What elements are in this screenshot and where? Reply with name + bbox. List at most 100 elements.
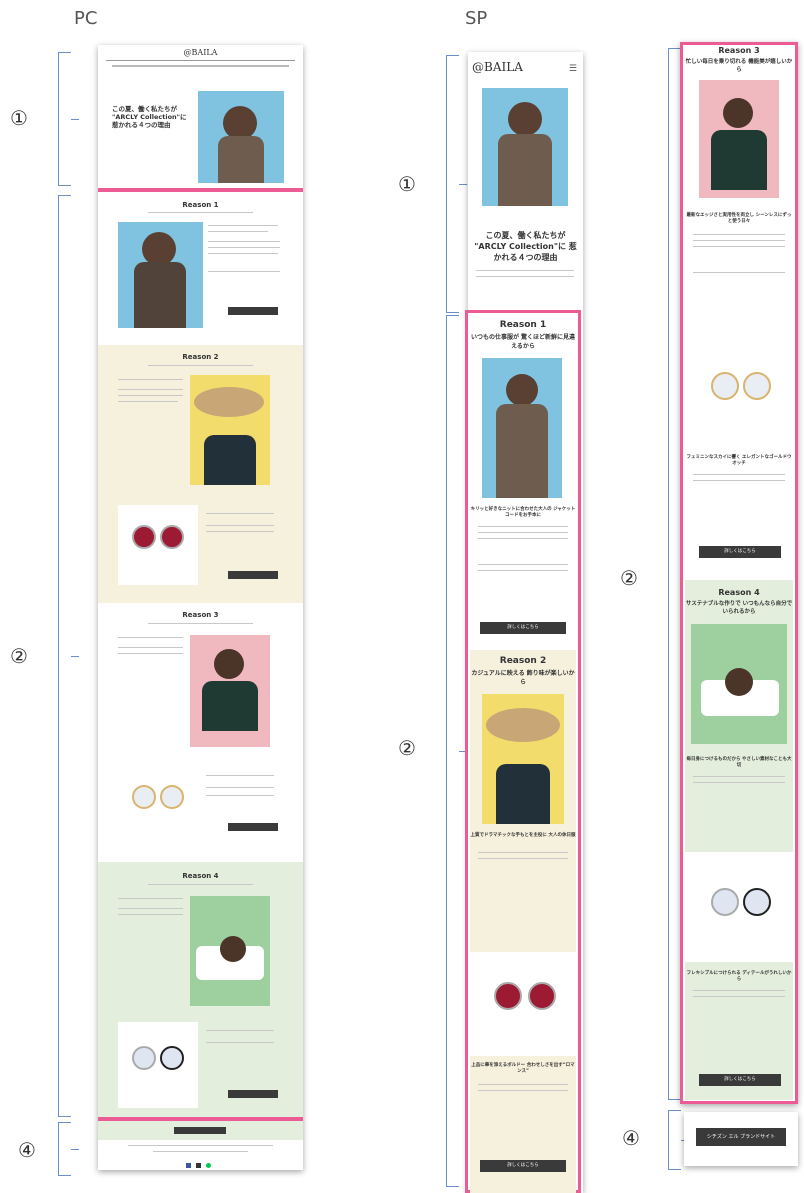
pc-r3-text	[118, 637, 183, 639]
pc-reason4-photo	[190, 896, 270, 1006]
sp-reason1-caption: キリッと好きなニットに合わせた大人の ジャケットコードをお手本に	[470, 507, 576, 518]
sp2-reason4-caption2: フレキシブルにつけられる ディテールがうれしいから	[686, 971, 792, 982]
pc-reason4-watch-photo	[118, 1022, 198, 1108]
pc-r3-text6	[206, 795, 274, 797]
pc-r2-text2	[118, 389, 183, 391]
pc-reason1-button[interactable]	[228, 307, 278, 315]
pc-reason2-photo	[190, 375, 270, 485]
pc-r1-text	[208, 225, 278, 227]
hamburger-menu-icon[interactable]: ☰	[569, 64, 577, 74]
pc-footer-text2	[153, 1151, 248, 1153]
pc-footer-button[interactable]	[174, 1127, 226, 1134]
sp-reason2-button[interactable]: 詳しくはこちら	[480, 1160, 566, 1172]
pc-reason2-subtitle	[148, 365, 253, 367]
sp-reason1-title: Reason 1	[499, 320, 547, 330]
sp2-r3-text6	[693, 480, 785, 482]
pc-reason3-watch-photo	[118, 765, 198, 845]
sp-hero-text2	[476, 276, 574, 278]
x-icon[interactable]	[196, 1163, 201, 1168]
pc-bracket-4	[58, 1122, 79, 1176]
line-icon[interactable]	[206, 1163, 211, 1168]
sp2-reason4-title: Reason 4	[718, 588, 760, 597]
pc-reason1-photo	[118, 222, 203, 328]
pc-reason1-subtitle	[148, 212, 253, 214]
sp2-reason3-title: Reason 3	[718, 46, 760, 55]
sp-hero-photo	[482, 88, 568, 206]
pc-column-label: PC	[74, 8, 98, 29]
sp-reason1-subtitle: いつもの仕事服が 驚くほど新鮮に見違えるから	[470, 334, 576, 350]
pc-bracket-1	[58, 52, 79, 186]
sp2-reason3-caption: 最新なエッジさと実用性を両立し シーンレスにずっと使う日々	[686, 213, 792, 224]
sp2-r3-text5	[693, 474, 785, 476]
pc-r2-text4	[118, 401, 178, 403]
sp-bracket-1	[446, 55, 467, 313]
sp2-r4-text3	[693, 990, 785, 992]
pc-r2-text6	[206, 525, 274, 527]
sp-reason1-button[interactable]: 詳しくはこちら	[480, 622, 566, 634]
sp-reason2-title: Reason 2	[499, 656, 547, 666]
sp-r2-text3	[478, 1084, 568, 1086]
sp2-reason3-photo	[699, 80, 779, 198]
pc-reason3-photo	[190, 635, 270, 747]
pc-reason4-subtitle	[148, 884, 253, 886]
pc-nav-bar[interactable]	[112, 65, 289, 67]
pc-r3-text3	[118, 653, 183, 655]
sp2-r4-text	[693, 776, 785, 778]
sp-r2-text4	[478, 1090, 568, 1092]
sp2-reason4-watch-photo	[685, 852, 793, 962]
sp2-reason4-button[interactable]: 詳しくはこちら	[699, 1074, 781, 1086]
sp-r1-text3	[478, 538, 568, 540]
pc-r2-text	[118, 379, 183, 381]
sp2-reason4-caption: 毎日身につけるものだから やさしい素材なことも大切	[686, 757, 792, 768]
sp2-reason4-photo	[691, 624, 787, 744]
pc-hero-photo	[198, 91, 284, 183]
pc-divider-bottom	[98, 1117, 303, 1121]
pc-divider-top	[98, 188, 303, 192]
pc-reason3-subtitle	[148, 623, 253, 625]
sp-brand-logo[interactable]: @BAILA	[472, 60, 523, 74]
sp2-bracket-4	[668, 1110, 689, 1170]
pc-r3-text5	[206, 787, 274, 789]
sp-r1-text5	[478, 570, 568, 572]
sp-r1-text	[478, 526, 568, 528]
pc-reason4-button[interactable]	[228, 1090, 278, 1098]
sp2-reason3-watch-photo	[685, 336, 793, 446]
pc-r2-text5	[206, 513, 274, 515]
pc-reason2-button[interactable]	[228, 571, 278, 579]
pc-reason1-title: Reason 1	[182, 201, 219, 209]
pc-reason3-button[interactable]	[228, 823, 278, 831]
pc-page: @BAILA この夏、働く私たちが "ARCLY Collection"に 惹か…	[98, 45, 303, 1170]
pc-reason3-title: Reason 3	[182, 611, 219, 619]
sp-reason2-caption2: 上品に華を添えるボルドー 合わせしさを出す“ロマンス”	[471, 1063, 575, 1074]
sp-r1-text4	[478, 564, 568, 566]
sp2-r3-text	[693, 234, 785, 236]
pc-reason4-section: Reason 4	[98, 862, 303, 1140]
pc-r4-text4	[206, 1030, 274, 1032]
pc-brand-logo[interactable]: @BAILA	[98, 48, 303, 57]
pc-r1-text3	[208, 241, 280, 243]
pc-header-rule	[106, 60, 295, 61]
pc-r4-text2	[118, 908, 183, 910]
sp-hero-title: この夏、働く私たちが "ARCLY Collection"に 惹かれる４つの理由	[474, 231, 577, 262]
sp-reason2-photo	[482, 694, 564, 824]
pc-marker-2: ②	[10, 644, 28, 668]
sp-r2-text2	[478, 858, 568, 860]
sp2-r4-text4	[693, 996, 785, 998]
pc-marker-1: ①	[10, 106, 28, 130]
pc-bracket-2	[58, 195, 79, 1117]
sp-reason2-subtitle: カジュアルに映える 飾り味が楽しいから	[471, 670, 575, 686]
pc-r1-text5	[208, 253, 278, 255]
sp2-reasons: Reason 3 忙しい毎日を乗り切れる 機能美が嬉しいから 最新なエッジさと実…	[685, 46, 793, 1100]
sp2-reason3-caption2: フェミニンなスカイに響く エレガントなゴールドウオッチ	[686, 455, 792, 466]
sp2-reason3-subtitle: 忙しい毎日を乗り切れる 機能美が嬉しいから	[685, 59, 793, 73]
sp-bracket-2	[446, 315, 467, 1187]
pc-r4-text3	[118, 914, 183, 916]
sp-reasons: Reason 1 いつもの仕事服が 驚くほど新鮮に見違えるから キリッと好きなニ…	[470, 318, 576, 1193]
pc-r4-text5	[206, 1042, 274, 1044]
facebook-icon[interactable]	[186, 1163, 191, 1168]
pc-r1-text4	[208, 247, 280, 249]
sp2-footer-button[interactable]: シチズン エル ブランドサイト	[696, 1128, 786, 1146]
pc-r2-text3	[118, 395, 183, 397]
sp-r1-text2	[478, 532, 568, 534]
sp2-reason3-button[interactable]: 詳しくはこちら	[699, 546, 781, 558]
